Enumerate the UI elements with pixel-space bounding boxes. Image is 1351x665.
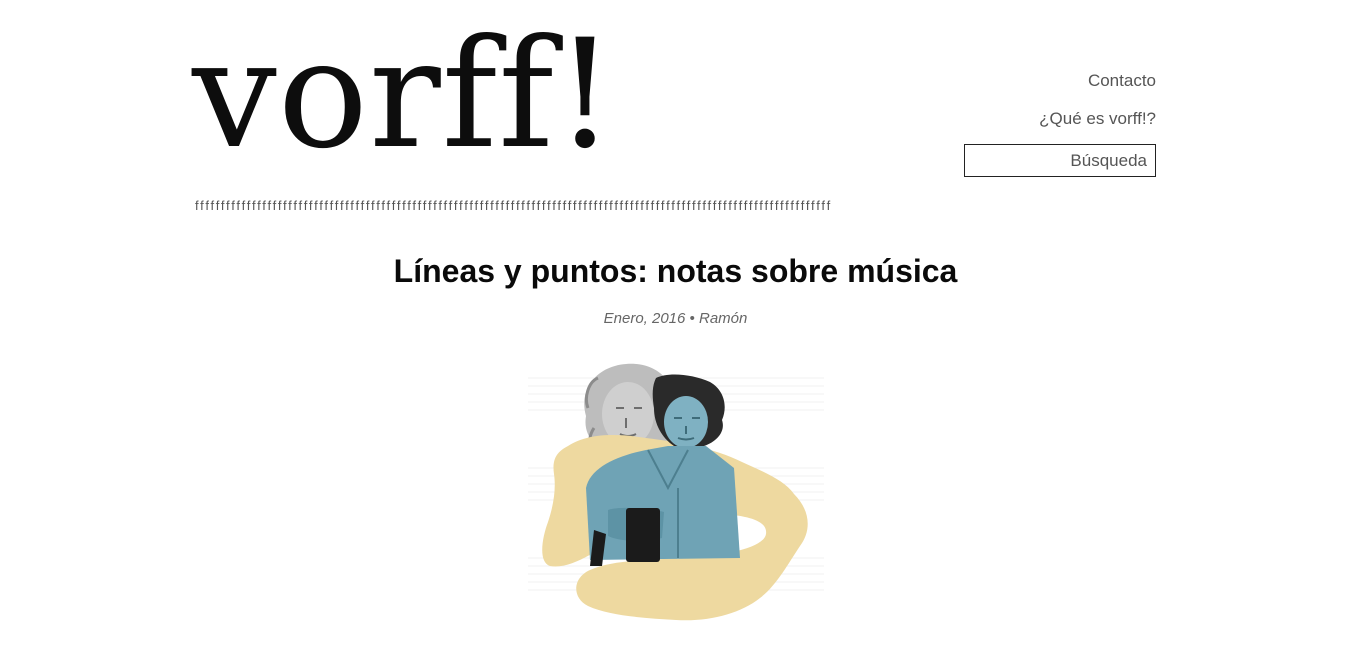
decorative-divider: ffffffffffffffffffffffffffffffffffffffff… — [195, 198, 832, 213]
meta-separator: • — [689, 310, 695, 327]
nav-link-contacto[interactable]: Contacto — [1088, 71, 1156, 91]
post-featured-image[interactable] — [528, 338, 824, 625]
post-date: Enero, 2016 — [603, 310, 686, 327]
search-input[interactable] — [964, 144, 1156, 177]
nav-link-que-es-vorff[interactable]: ¿Qué es vorff!? — [1039, 109, 1156, 129]
post-meta: Enero, 2016 • Ramón — [0, 310, 1351, 327]
post-title[interactable]: Líneas y puntos: notas sobre música — [0, 253, 1351, 290]
post-author[interactable]: Ramón — [699, 310, 747, 327]
site-logo[interactable]: vorff! — [192, 20, 616, 170]
post-title-text[interactable]: Líneas y puntos: notas sobre música — [394, 253, 958, 289]
